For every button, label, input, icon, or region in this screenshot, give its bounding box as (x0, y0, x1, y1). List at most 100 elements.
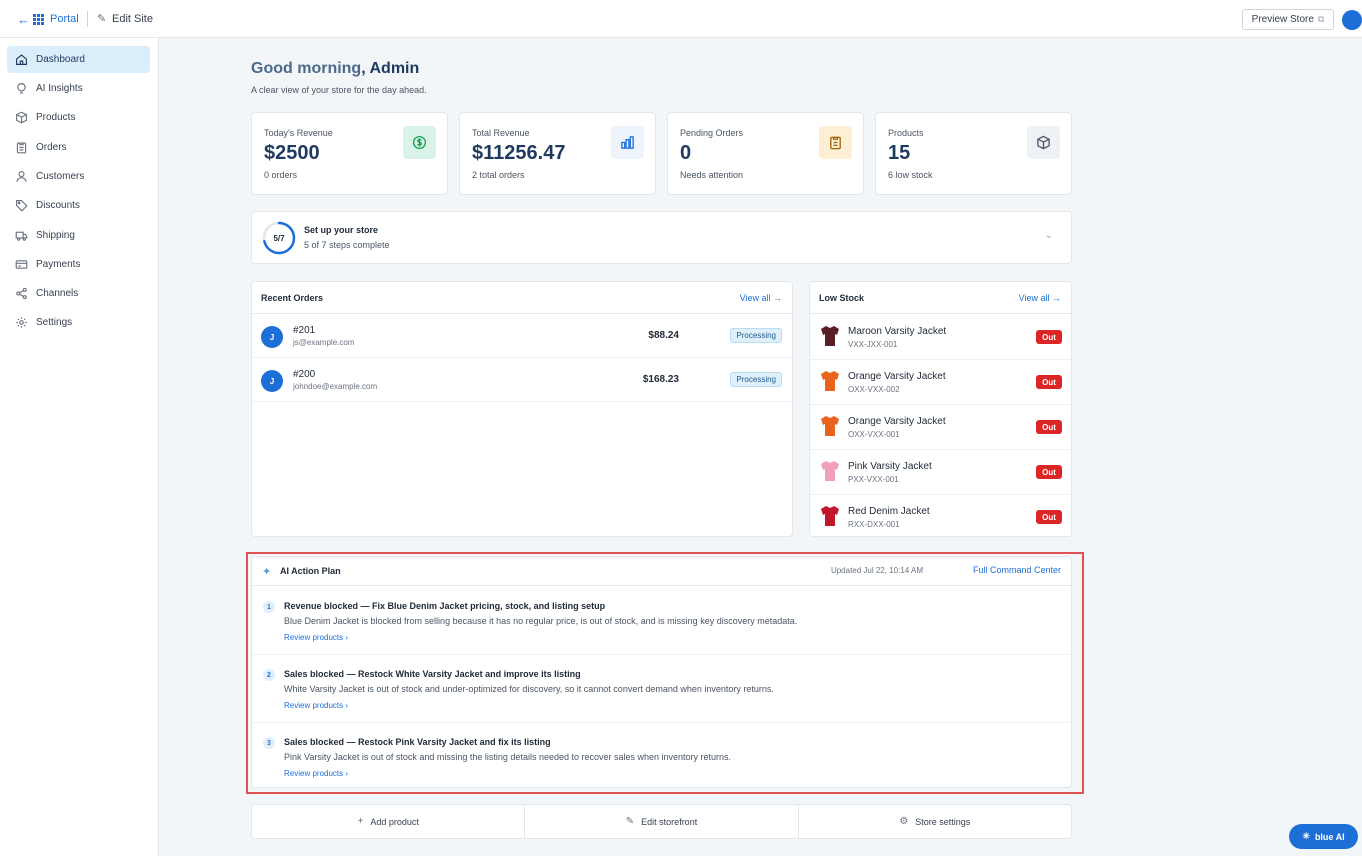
blue-ai-button[interactable]: ✳ blue AI (1289, 824, 1358, 849)
back-arrow-icon[interactable]: ← (17, 12, 30, 27)
order-amount: $168.23 (642, 374, 679, 385)
panel-title: Recent Orders (261, 293, 324, 303)
setup-store-card[interactable]: 5/7 Set up your store 5 of 7 steps compl… (251, 211, 1072, 264)
list-item[interactable]: Pink Varsity Jacket PXX-VXX-001 Out (810, 450, 1071, 495)
truck-icon (13, 228, 29, 244)
step-number: 1 (263, 601, 275, 613)
sidebar-item-orders[interactable]: Orders (7, 134, 150, 161)
order-id: #200 (293, 369, 316, 380)
step-number: 2 (263, 669, 275, 681)
list-item: 2 Sales blocked — Restock White Varsity … (252, 655, 1071, 723)
product-name: Orange Varsity Jacket (848, 416, 946, 427)
list-item[interactable]: Orange Varsity Jacket OXX-VXX-002 Out (810, 360, 1071, 405)
avatar[interactable] (1342, 10, 1362, 30)
review-products-link[interactable]: Review products › (284, 701, 348, 710)
sidebar-item-channels[interactable]: Channels (7, 280, 150, 307)
plus-icon: + (357, 816, 364, 827)
review-products-link[interactable]: Review products › (284, 769, 348, 778)
stat-card-total-revenue[interactable]: Total Revenue $11256.47 2 total orders (459, 112, 656, 195)
status-badge: Out (1036, 510, 1062, 524)
chevron-down-icon[interactable]: ⌄ (1045, 230, 1053, 241)
product-sku: RXX-DXX-001 (848, 520, 900, 529)
stat-card-today-revenue[interactable]: Today's Revenue $2500 0 orders (251, 112, 448, 195)
sidebar-item-customers[interactable]: Customers (7, 163, 150, 190)
jacket-icon (819, 414, 841, 438)
sidebar-item-products[interactable]: Products (7, 104, 150, 131)
sidebar-item-label: Channels (36, 288, 79, 299)
box-icon (13, 110, 29, 126)
list-item: 3 Sales blocked — Restock Pink Varsity J… (252, 723, 1071, 791)
review-products-link[interactable]: Review products › (284, 633, 348, 642)
sidebar-item-settings[interactable]: Settings (7, 309, 150, 336)
setup-subtitle: 5 of 7 steps complete (304, 240, 390, 250)
sidebar-item-label: Products (36, 112, 76, 123)
panel-header: ✦ AI Action Plan Updated Jul 22, 10:14 A… (252, 557, 1071, 586)
sidebar-item-payments[interactable]: Payments (7, 251, 150, 278)
grid-icon[interactable] (33, 14, 44, 25)
list-item[interactable]: Orange Varsity Jacket OXX-VXX-001 Out (810, 405, 1071, 450)
sidebar-item-label: AI Insights (36, 83, 83, 94)
table-row[interactable]: J #201 js@example.com $88.24 Processing (252, 315, 792, 358)
clipboard-icon (13, 140, 29, 156)
status-badge: Out (1036, 375, 1062, 389)
clipboard-icon (819, 126, 852, 159)
status-badge: Out (1036, 330, 1062, 344)
sidebar-item-label: Payments (36, 259, 81, 270)
edit-site-link[interactable]: Edit Site (112, 13, 153, 25)
stat-value: 15 (888, 142, 911, 164)
stat-label: Today's Revenue (264, 128, 333, 138)
stat-card-pending-orders[interactable]: Pending Orders 0 Needs attention (667, 112, 864, 195)
preview-store-button[interactable]: Preview Store ⧉ (1242, 9, 1334, 30)
tag-icon (13, 198, 29, 214)
stat-value: $11256.47 (472, 142, 566, 164)
portal-link[interactable]: Portal (50, 13, 79, 25)
button-label: Edit storefront (641, 816, 698, 827)
status-badge: Processing (730, 372, 782, 387)
status-badge: Processing (730, 328, 782, 343)
action-title: Sales blocked — Restock Pink Varsity Jac… (284, 737, 551, 747)
view-all-orders-link[interactable]: View all → (740, 293, 782, 303)
stat-label: Pending Orders (680, 128, 744, 138)
sidebar-item-label: Dashboard (36, 54, 85, 65)
blue-ai-label: blue AI (1314, 831, 1345, 842)
sidebar-item-shipping[interactable]: Shipping (7, 222, 150, 249)
stat-label: Products (888, 128, 924, 138)
store-settings-button[interactable]: ⚙ Store settings (799, 805, 1071, 838)
product-name: Maroon Varsity Jacket (848, 326, 947, 337)
full-command-center-link[interactable]: Full Command Center (973, 565, 1061, 575)
sidebar-item-dashboard[interactable]: Dashboard (7, 46, 150, 73)
product-name: Pink Varsity Jacket (848, 461, 932, 472)
sidebar-item-label: Settings (36, 317, 73, 328)
add-product-button[interactable]: + Add product (252, 805, 526, 838)
setup-title: Set up your store (304, 225, 379, 235)
action-title: Revenue blocked — Fix Blue Denim Jacket … (284, 601, 606, 611)
button-label: Add product (370, 816, 419, 827)
order-email: js@example.com (293, 338, 355, 347)
list-item[interactable]: Maroon Varsity Jacket VXX-JXX-001 Out (810, 315, 1071, 360)
panel-title: AI Action Plan (280, 566, 341, 576)
external-link-icon: ⧉ (1317, 14, 1325, 24)
action-description: White Varsity Jacket is out of stock and… (284, 684, 774, 694)
cube-icon (1027, 126, 1060, 159)
home-icon (13, 52, 29, 68)
divider (87, 11, 88, 27)
sidebar-item-discounts[interactable]: Discounts (7, 192, 150, 219)
view-all-stock-link[interactable]: View all → (1019, 293, 1061, 303)
product-name: Red Denim Jacket (848, 506, 930, 517)
stat-card-products[interactable]: Products 15 6 low stock (875, 112, 1072, 195)
sidebar-item-ai-insights[interactable]: AI Insights (7, 75, 150, 102)
bar-chart-icon (611, 126, 644, 159)
status-badge: Out (1036, 465, 1062, 479)
edit-storefront-button[interactable]: ✎ Edit storefront (525, 805, 799, 838)
stat-value: $2500 (264, 142, 320, 164)
sidebar: Dashboard AI Insights Products Orders Cu… (0, 38, 159, 856)
panel-title: Low Stock (819, 293, 865, 303)
pencil-icon: ✎ (625, 816, 635, 827)
dollar-icon (403, 126, 436, 159)
status-badge: Out (1036, 420, 1062, 434)
recent-orders-panel: Recent Orders View all → J #201 js@examp… (251, 281, 793, 537)
stat-sub: Needs attention (680, 170, 744, 180)
table-row[interactable]: J #200 johndoe@example.com $168.23 Proce… (252, 359, 792, 402)
order-id: #201 (293, 325, 316, 336)
list-item[interactable]: Red Denim Jacket RXX-DXX-001 Out (810, 495, 1071, 540)
